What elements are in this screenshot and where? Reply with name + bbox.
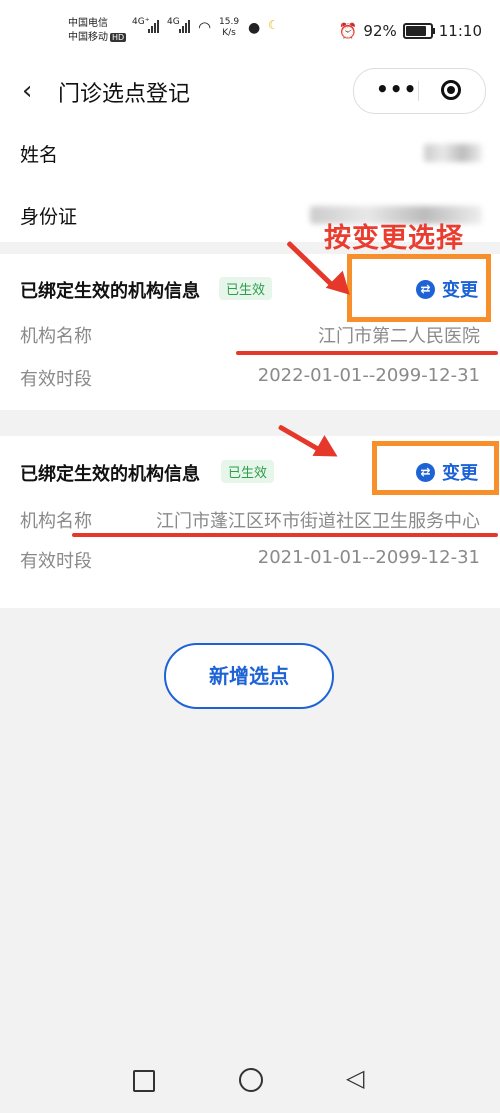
moon-icon: ☾ [268,18,279,32]
battery-percent: 92% [363,22,397,40]
network-type-1: 4G⁺ [132,17,150,27]
status-bar: 中国电信 中国移动 HD 4G⁺ 4G ◠ 15.9 K/s ● ☾ ⏰ 92% … [0,0,500,62]
institution-name-label: 机构名称 [20,511,92,532]
back-triangle-icon[interactable]: ◁ [346,1064,364,1092]
highlight-box-2 [372,441,499,495]
wifi-icon: ◠ [198,18,212,36]
status-badge: 已生效 [221,460,275,483]
close-icon[interactable] [441,80,461,100]
nav-bar: ‹ 门诊选点登记 ••• [0,62,500,118]
highlight-box-1 [347,254,491,322]
recent-apps-icon[interactable] [133,1070,155,1092]
speed-unit: K/s [222,28,236,38]
id-label: 身份证 [20,206,78,228]
network-speed: 15.9 K/s [219,17,239,39]
name-label: 姓名 [20,144,59,166]
capsule-divider [418,81,419,101]
institution-name-value: 江门市第二人民医院 [318,326,480,347]
add-selection-button[interactable]: 新增选点 [164,643,334,709]
hd-icon: HD [110,33,127,42]
card-title: 已绑定生效的机构信息 [20,281,200,302]
underline-marker-1 [236,351,498,355]
signal-icon [179,20,190,33]
institution-name-label: 机构名称 [20,326,92,347]
more-icon[interactable]: ••• [376,77,417,101]
annotation-text: 按变更选择 [324,223,464,254]
mini-program-capsule: ••• [353,68,486,114]
signal-icon [148,20,159,33]
status-badge: 已生效 [219,277,273,300]
name-value-redacted [424,144,482,162]
valid-period-value: 2022-01-01--2099-12-31 [257,365,480,386]
clock: 11:10 [438,22,482,40]
status-right: ⏰ 92% 11:10 [339,22,482,40]
speed-value: 15.9 [219,17,240,27]
valid-period-value: 2021-01-01--2099-12-31 [257,547,480,568]
carrier-2: 中国移动 [68,32,108,43]
institution-name-value: 江门市蓬江区环市街道社区卫生服务中心 [156,511,480,532]
system-nav-bar: ◁ [0,1050,500,1113]
valid-period-label: 有效时段 [20,551,92,572]
back-icon[interactable]: ‹ [22,76,32,106]
carrier-info: 中国电信 中国移动 HD [68,17,127,45]
card-title: 已绑定生效的机构信息 [20,464,200,485]
network-type-2: 4G [167,17,180,27]
alarm-icon: ⏰ [338,22,358,40]
carrier-1: 中国电信 [68,18,108,29]
page-title: 门诊选点登记 [58,82,191,107]
home-icon[interactable] [239,1068,263,1092]
message-icon: ● [248,20,261,36]
battery-icon [402,23,435,39]
valid-period-label: 有效时段 [20,369,92,390]
underline-marker-2 [72,533,498,537]
